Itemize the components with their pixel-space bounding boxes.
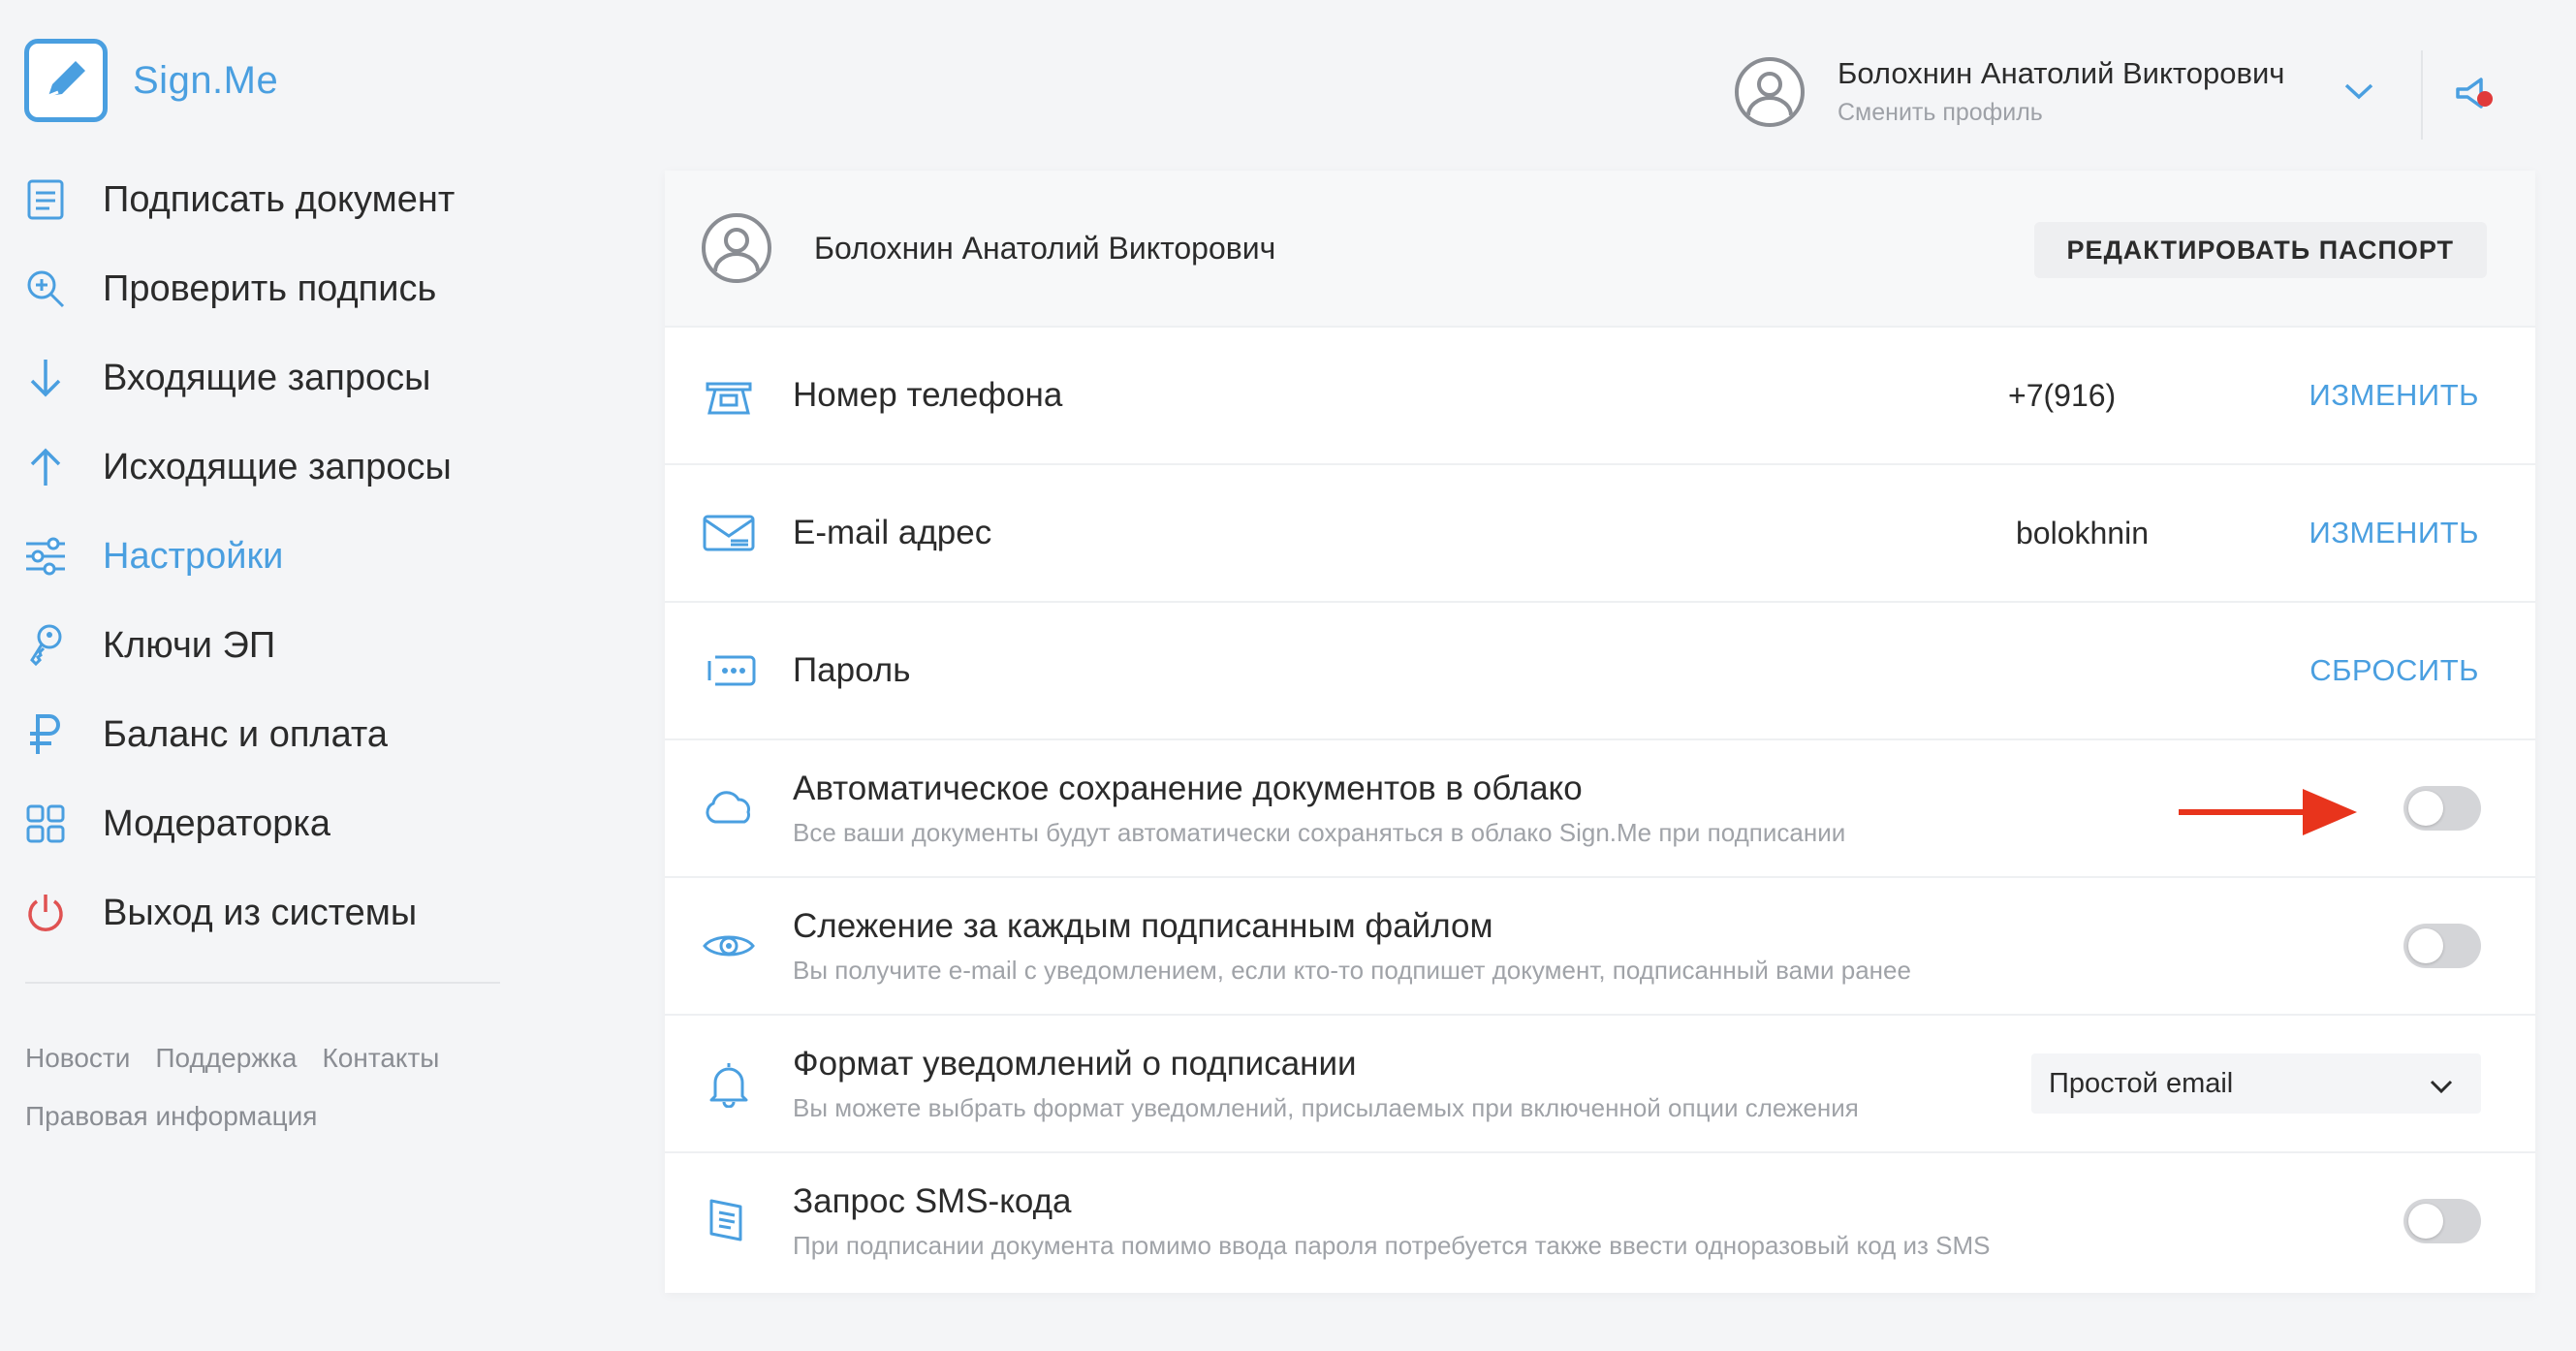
sidebar-item-label: Исходящие запросы: [103, 446, 452, 487]
notify-format-desc: Вы можете выбрать формат уведомлений, пр…: [793, 1093, 1859, 1122]
power-icon: [23, 891, 68, 935]
edit-passport-button[interactable]: РЕДАКТИРОВАТЬ ПАСПОРТ: [2033, 222, 2487, 278]
ruble-icon: [23, 712, 68, 757]
sms-desc: При подписании документа помимо ввода па…: [793, 1231, 1991, 1260]
sms-toggle[interactable]: [2403, 1199, 2481, 1243]
sidebar-item-label: Ключи ЭП: [103, 624, 276, 666]
password-row: Пароль СБРОСИТЬ: [665, 601, 2535, 738]
sidebar-item-balance[interactable]: Баланс и оплата: [23, 690, 508, 779]
panel-user-name: Болохнин Анатолий Викторович: [814, 230, 1276, 266]
email-value: bolokhnin: [2016, 515, 2149, 550]
switch-profile-label: Сменить профиль: [1838, 99, 2043, 126]
pen-logo-icon: [24, 39, 108, 122]
arrow-up-icon: [23, 445, 68, 489]
settings-panel: Болохнин Анатолий Викторович РЕДАКТИРОВА…: [665, 171, 2535, 1293]
phone-title: Номер телефона: [793, 376, 1063, 414]
header-divider: [2421, 50, 2423, 140]
annotation-arrow-icon: [2179, 785, 2359, 844]
sidebar-item-label: Подписать документ: [103, 178, 456, 220]
change-email-button[interactable]: ИЗМЕНИТЬ: [2309, 516, 2479, 550]
chevron-down-icon: [2429, 1071, 2454, 1103]
key-icon: [23, 623, 68, 668]
profile-switcher[interactable]: Болохнин Анатолий Викторович Сменить про…: [1735, 56, 2284, 127]
change-phone-button[interactable]: ИЗМЕНИТЬ: [2309, 378, 2479, 413]
reset-password-button[interactable]: СБРОСИТЬ: [2309, 653, 2479, 688]
sidebar-item-label: Баланс и оплата: [103, 713, 388, 755]
cloud-save-desc: Все ваши документы будут автоматически с…: [793, 818, 1846, 847]
sidebar-item-sign-document[interactable]: Подписать документ: [23, 155, 508, 244]
sidebar-item-incoming-requests[interactable]: Входящие запросы: [23, 333, 508, 423]
arrow-down-icon: [23, 356, 68, 400]
grid-icon: [23, 801, 68, 846]
cloud-icon: [702, 781, 756, 835]
notify-format-selected: Простой email: [2049, 1067, 2234, 1099]
tracking-desc: Вы получите e-mail с уведомлением, если …: [793, 956, 1911, 985]
tracking-title: Слежение за каждым подписанным файлом: [793, 907, 1493, 945]
tracking-row: Слежение за каждым подписанным файлом Вы…: [665, 876, 2535, 1014]
phone-icon: [702, 368, 756, 423]
sidebar-item-moderation[interactable]: Модераторка: [23, 779, 508, 868]
sidebar-item-outgoing-requests[interactable]: Исходящие запросы: [23, 423, 508, 512]
logo[interactable]: Sign.Me: [24, 39, 278, 122]
footer-link-support[interactable]: Поддержка: [155, 1043, 297, 1073]
sidebar-item-label: Проверить подпись: [103, 267, 437, 309]
brand-name: Sign.Me: [133, 58, 279, 102]
sms-title: Запрос SMS-кода: [793, 1182, 1072, 1220]
avatar: [1735, 56, 1805, 127]
phone-row: Номер телефона +7(916) ИЗМЕНИТЬ: [665, 326, 2535, 463]
bell-icon: [702, 1056, 756, 1111]
cloud-save-title: Автоматическое сохранение документов в о…: [793, 770, 1583, 807]
sidebar-nav: Подписать документ Проверить подпись Вхо…: [23, 155, 508, 958]
footer-link-contacts[interactable]: Контакты: [322, 1043, 439, 1073]
password-title: Пароль: [793, 651, 911, 689]
phone-value: +7(916): [2008, 377, 2117, 413]
sms-icon: [702, 1194, 756, 1248]
eye-icon: [702, 919, 756, 973]
sidebar-item-label: Выход из системы: [103, 892, 418, 933]
email-row: E-mail адрес bolokhnin ИЗМЕНИТЬ: [665, 463, 2535, 601]
sidebar-item-keys[interactable]: Ключи ЭП: [23, 601, 508, 690]
sidebar-item-label: Настройки: [103, 535, 284, 577]
sms-row: Запрос SMS-кода При подписании документа…: [665, 1151, 2535, 1289]
sliders-icon: [23, 534, 68, 579]
footer-link-legal[interactable]: Правовая информация: [25, 1101, 317, 1131]
notify-format-title: Формат уведомлений о подписании: [793, 1045, 1357, 1083]
sidebar-item-logout[interactable]: Выход из системы: [23, 868, 508, 958]
sidebar-item-label: Модераторка: [103, 802, 330, 844]
email-title: E-mail адрес: [793, 514, 992, 551]
notify-format-row: Формат уведомлений о подписании Вы может…: [665, 1014, 2535, 1151]
tracking-toggle[interactable]: [2403, 924, 2481, 968]
notify-format-select[interactable]: Простой email: [2031, 1053, 2481, 1114]
header-user-name: Болохнин Анатолий Викторович: [1838, 56, 2285, 90]
document-icon: [23, 177, 68, 222]
avatar: [702, 213, 771, 283]
envelope-icon: [702, 506, 756, 560]
sidebar-footer-links: Новости Поддержка Контакты Правовая информ…: [25, 1029, 529, 1146]
panel-header: Болохнин Анатолий Викторович РЕДАКТИРОВА…: [665, 171, 2535, 326]
notifications-icon[interactable]: [2452, 72, 2498, 123]
sidebar-divider: [25, 982, 500, 984]
sidebar-item-label: Входящие запросы: [103, 357, 431, 398]
footer-link-news[interactable]: Новости: [25, 1043, 130, 1073]
search-plus-icon: [23, 267, 68, 311]
sidebar-item-verify-signature[interactable]: Проверить подпись: [23, 244, 508, 333]
password-icon: [702, 644, 756, 698]
sidebar-item-settings[interactable]: Настройки: [23, 512, 508, 601]
chevron-down-icon[interactable]: [2343, 81, 2374, 106]
cloud-save-toggle[interactable]: [2403, 786, 2481, 831]
